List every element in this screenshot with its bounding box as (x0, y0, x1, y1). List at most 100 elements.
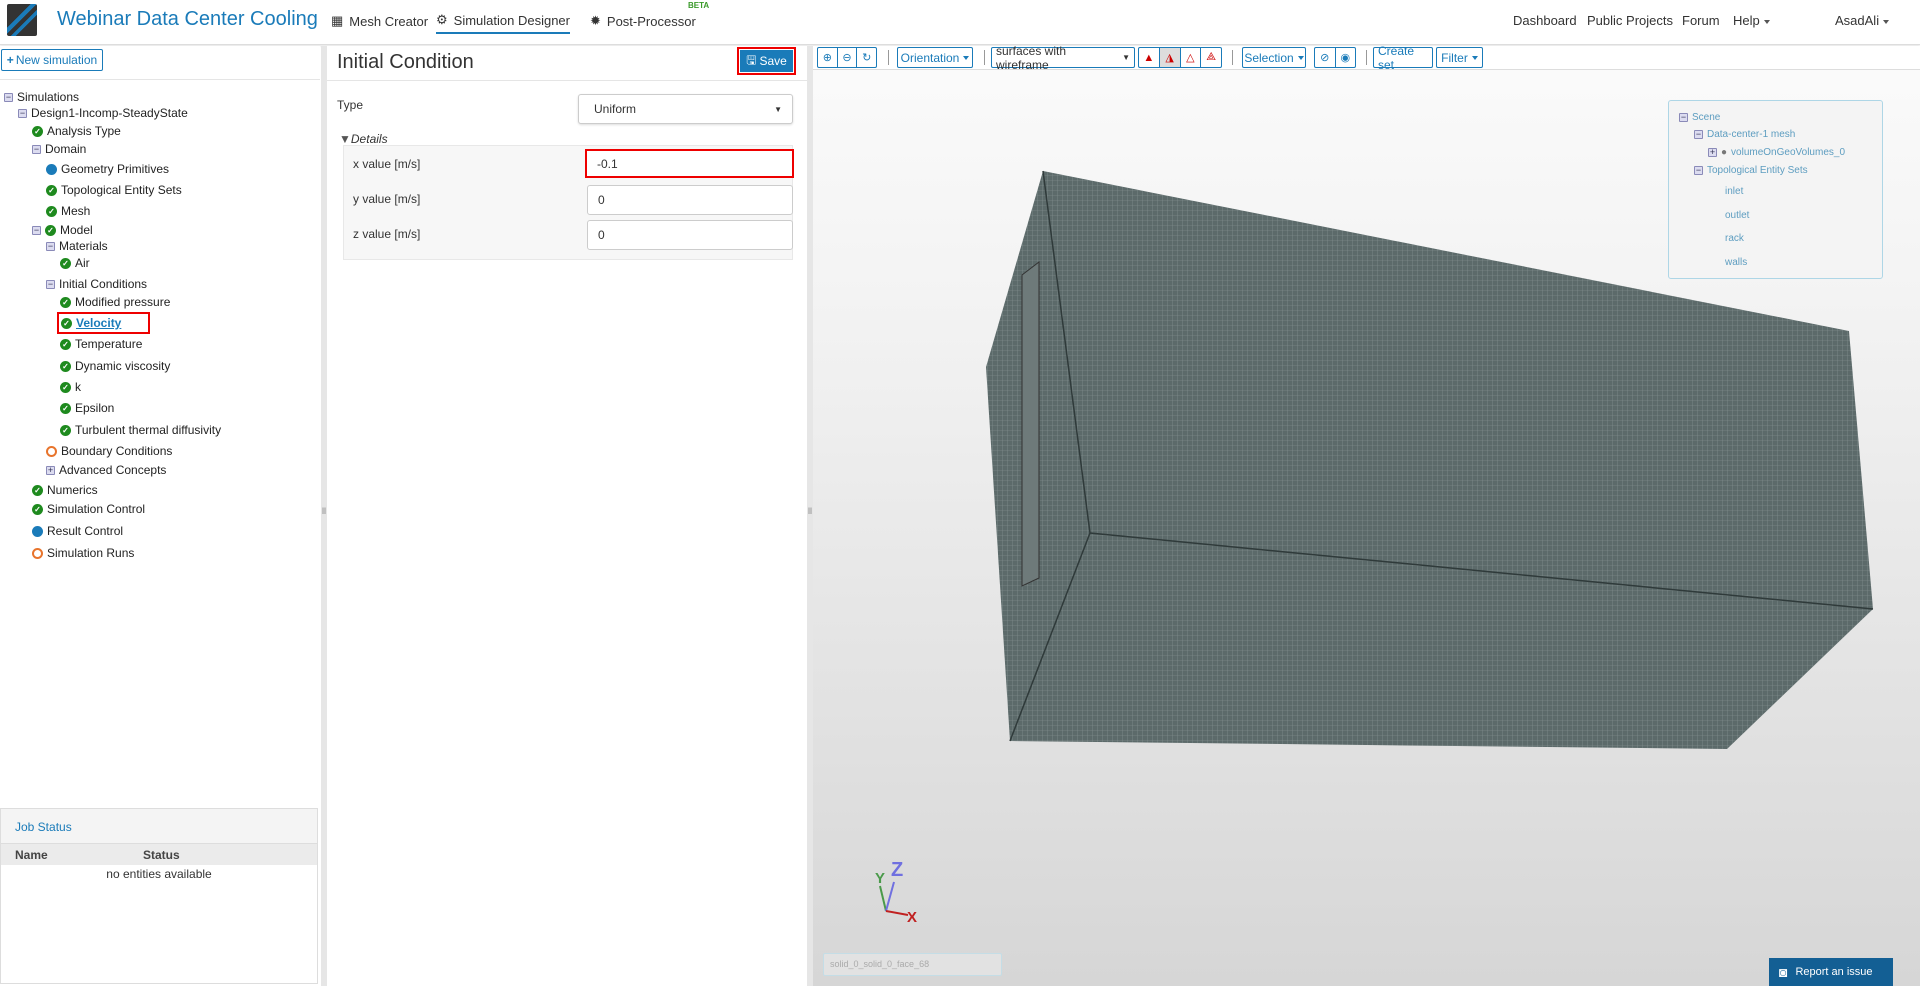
incomplete-circle-icon (46, 445, 57, 457)
tree-item[interactable]: Simulation Runs (32, 544, 134, 562)
tree-item[interactable]: ✓ Dynamic viscosity (60, 357, 170, 375)
divider (327, 80, 807, 81)
tree-item[interactable]: Boundary Conditions (46, 442, 172, 460)
column-name[interactable]: Name (15, 848, 48, 862)
beta-badge: BETA (688, 1, 710, 10)
tree-item[interactable]: − Design1-Incomp-SteadyState (18, 104, 188, 122)
tree-item[interactable]: ✓ Mesh (46, 202, 90, 220)
tree-item[interactable]: − Materials (46, 237, 108, 255)
collapse-icon[interactable]: − (32, 144, 41, 154)
tree-item[interactable]: ✓ Simulation Control (32, 500, 145, 518)
eye-icon[interactable]: ● (1721, 147, 1727, 158)
nav-forum[interactable]: Forum (1682, 13, 1720, 28)
tree-item[interactable]: ✓ Topological Entity Sets (46, 181, 182, 199)
app-logo[interactable] (7, 4, 37, 36)
collapse-icon[interactable]: − (1694, 130, 1703, 139)
tree-item[interactable]: ✓ Numerics (32, 481, 98, 499)
tree-item-label: Dynamic viscosity (75, 359, 171, 373)
tree-item[interactable]: ✓ k (60, 378, 81, 396)
check-circle-icon: ✓ (61, 317, 72, 329)
expand-icon[interactable]: + (46, 465, 55, 475)
user-menu[interactable]: AsadAli (1835, 13, 1890, 28)
report-issue-button[interactable]: ◙ Report an issue (1769, 958, 1893, 986)
collapse-icon[interactable]: − (46, 241, 55, 251)
tree-item-label: Materials (59, 239, 108, 253)
tab-post-processor[interactable]: ✹ Post-Processor (590, 11, 696, 31)
collapse-icon[interactable]: − (46, 279, 55, 289)
collapse-icon[interactable]: − (1679, 113, 1688, 122)
nav-dashboard[interactable]: Dashboard (1513, 13, 1577, 28)
job-status-title: Job Status (1, 809, 317, 844)
tree-item-label: Geometry Primitives (61, 162, 170, 176)
tree-item-label: Velocity (76, 316, 122, 330)
grip-icon: ll (322, 506, 326, 516)
tree-item-label: Epsilon (75, 401, 115, 415)
z-value-label: z value [m/s] (353, 227, 421, 241)
tree-item[interactable]: ✓ Analysis Type (32, 122, 121, 140)
tab-label: Simulation Designer (453, 12, 570, 28)
check-circle-icon: ✓ (45, 224, 56, 236)
tree-item[interactable]: − Initial Conditions (46, 275, 147, 293)
app-title[interactable]: Webinar Data Center Cooling (57, 8, 318, 31)
tree-item[interactable]: − Domain (32, 140, 86, 158)
tree-item-label: Boundary Conditions (61, 444, 173, 458)
column-status[interactable]: Status (143, 848, 180, 862)
save-button[interactable]: 🖫 Save (737, 47, 796, 75)
collapse-icon[interactable]: − (18, 108, 27, 118)
z-value-input[interactable]: 0 (587, 220, 793, 250)
job-table-header: Name Status (1, 844, 317, 865)
nav-help[interactable]: Help (1733, 13, 1770, 28)
check-circle-icon: ✓ (32, 125, 43, 137)
tab-mesh-creator[interactable]: ▦ Mesh Creator (331, 11, 428, 31)
tree-item[interactable]: ✓ Modified pressure (60, 293, 170, 311)
set-rack[interactable]: rack (1725, 233, 1744, 244)
picked-entity-textbox[interactable]: solid_0_solid_0_face_68 (823, 953, 1002, 976)
top-navbar: Webinar Data Center Cooling ▦ Mesh Creato… (0, 0, 1920, 45)
scene-tree-panel: − Scene − Data-center-1 mesh + ● volumeOnGeo… (1668, 100, 1883, 279)
nav-public-projects[interactable]: Public Projects (1587, 13, 1673, 28)
tree-item-label: Mesh (61, 204, 91, 218)
type-select[interactable]: Uniform ▼ (578, 94, 793, 124)
help-label: Help (1733, 13, 1760, 28)
floppy-icon: 🖫 (746, 52, 757, 67)
tree-item[interactable]: ✓ Air (60, 254, 90, 272)
tree-item-label: Analysis Type (47, 124, 121, 138)
tree-item-label: Result Control (47, 524, 124, 538)
volume-label: volumeOnGeoVolumes_0 (1731, 147, 1846, 158)
scene-volume[interactable]: + ● volumeOnGeoVolumes_0 (1708, 147, 1845, 158)
tree-item[interactable]: + Advanced Concepts (46, 461, 166, 479)
tree-item-label: Numerics (47, 483, 98, 497)
inlet-opening (1021, 260, 1040, 587)
expand-icon[interactable]: + (1708, 148, 1717, 157)
scene-sets[interactable]: − Topological Entity Sets (1694, 165, 1808, 176)
collapse-icon[interactable]: − (1694, 166, 1703, 175)
set-inlet[interactable]: inlet (1725, 186, 1743, 197)
details-label: Details (350, 132, 388, 146)
save-label: Save (759, 54, 787, 68)
3d-viewer[interactable]: ⊕ ⊖ ↻ Orientation surfaces with wireframe ▼… (813, 44, 1920, 986)
new-simulation-button[interactable]: + New simulation (1, 49, 103, 71)
tree-item[interactable]: Geometry Primitives (46, 160, 169, 178)
x-value-input[interactable]: -0.1 (587, 151, 792, 176)
tree-item[interactable]: ✓ Turbulent thermal diffusivity (60, 421, 221, 439)
scene-mesh[interactable]: − Data-center-1 mesh (1694, 129, 1795, 140)
tree-item[interactable]: ✓ Epsilon (60, 399, 114, 417)
scene-root[interactable]: − Scene (1679, 112, 1720, 123)
tab-simulation-designer[interactable]: ⚙ Simulation Designer (436, 8, 570, 34)
tab-label: Post-Processor (606, 13, 696, 29)
tree-item-label: Turbulent thermal diffusivity (75, 423, 222, 437)
tree-item[interactable]: ✓ Velocity (57, 312, 150, 334)
tree-item[interactable]: Result Control (32, 522, 123, 540)
plus-icon: + (6, 53, 14, 67)
collapse-icon[interactable]: − (4, 92, 13, 102)
details-toggle[interactable]: ▼Details (339, 132, 388, 146)
y-value-input[interactable]: 0 (587, 185, 793, 215)
set-walls[interactable]: walls (1725, 257, 1747, 268)
tree-item[interactable]: ✓ Temperature (60, 335, 142, 353)
set-outlet[interactable]: outlet (1725, 210, 1749, 221)
collapse-icon[interactable]: − (32, 225, 41, 235)
axes-triad: Y Z X (875, 859, 917, 926)
tree-item-label: Simulation Runs (47, 546, 135, 560)
tree-item-label: Initial Conditions (59, 277, 148, 291)
tree-item-label: Simulations (17, 90, 80, 104)
